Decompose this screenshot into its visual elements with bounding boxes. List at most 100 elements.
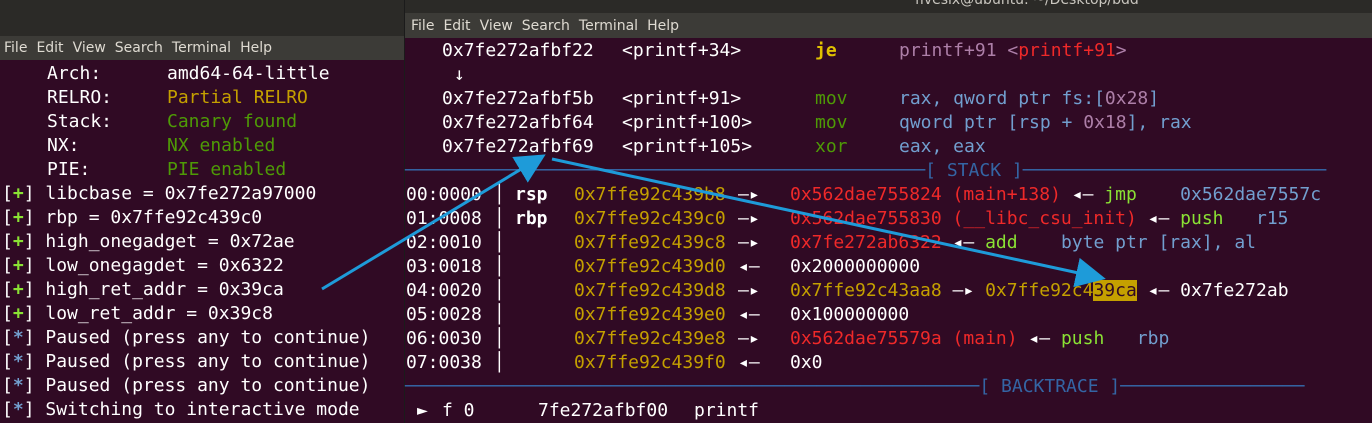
menu-terminal[interactable]: Terminal <box>579 18 638 34</box>
stack-offset: 01:0008 <box>406 208 482 229</box>
stack-arrow: —▸ <box>738 328 760 349</box>
checksec-value: PIE enabled <box>167 159 287 180</box>
log-success-tag: + <box>12 255 24 276</box>
stack-address: 0x7ffe92c439d8 <box>574 280 726 301</box>
disasm-opcode: mov <box>815 112 848 133</box>
stack-address: 0x7ffe92c439e0 <box>574 304 726 325</box>
branch-down-arrow: ↓ <box>454 64 465 85</box>
log-bracket: [ <box>2 351 13 372</box>
menu-help[interactable]: Help <box>647 18 679 34</box>
log-text: Paused (press any to continue) <box>45 327 371 348</box>
right-window-titlebar: fivesix@ubuntu: ~/Desktop/bdd <box>405 0 1372 13</box>
log-text: low_ret_addr = 0x39c8 <box>45 303 273 324</box>
stack-address: 0x7ffe92c439d0 <box>574 256 726 277</box>
log-line: [*] Paused (press any to continue) <box>2 351 371 372</box>
disasm-symbol: <printf+91> <box>622 88 742 109</box>
disasm-args: rax, qword ptr fs:[0x28] <box>899 88 1160 109</box>
highlighted-bytes: 39ca <box>1093 280 1137 301</box>
log-line: [+] libcbase = 0x7fe272a97000 <box>2 183 317 204</box>
log-line: [+] low_ret_addr = 0x39c8 <box>2 303 273 324</box>
stack-offset: 05:0028 <box>406 304 482 325</box>
disasm-opcode: xor <box>815 136 848 157</box>
stack-arrow: —▸ <box>738 232 760 253</box>
log-info-tag: * <box>12 351 24 372</box>
stack-offset: 02:0010 <box>406 232 482 253</box>
log-text: Switching to interactive mode <box>45 399 360 420</box>
log-line: [*] Paused (press any to continue) <box>2 375 371 396</box>
stack-offset: 06:0030 <box>406 328 482 349</box>
checksec-key: PIE: <box>47 159 91 180</box>
disasm-args: eax, eax <box>899 136 986 157</box>
log-text: Paused (press any to continue) <box>45 351 371 372</box>
disasm-addr: 0x7fe272afbf22 <box>442 40 594 61</box>
log-success-tag: + <box>12 303 24 324</box>
menu-help[interactable]: Help <box>240 40 272 56</box>
stack-header: ────────────────────────────────────────… <box>405 160 1327 181</box>
menu-view[interactable]: View <box>480 18 513 34</box>
log-line: [+] high_onegadget = 0x72ae <box>2 231 295 252</box>
stack-value: 0x100000000 <box>790 304 910 325</box>
menu-edit[interactable]: Edit <box>36 40 63 56</box>
stack-arrow: ◂— <box>738 304 760 325</box>
log-bracket: [ <box>2 207 13 228</box>
log-info-tag: * <box>12 399 24 420</box>
disasm-opcode: je <box>815 40 837 61</box>
backtrace-header: ────────────────────────────────────────… <box>405 376 1305 397</box>
log-bracket: [ <box>2 255 13 276</box>
log-info-tag: * <box>12 327 24 348</box>
log-line: [+] low_onegagdet = 0x6322 <box>2 255 284 276</box>
menu-search[interactable]: Search <box>115 40 163 56</box>
log-text: Paused (press any to continue) <box>45 375 371 396</box>
menu-terminal[interactable]: Terminal <box>172 40 231 56</box>
stack-separator: │ <box>494 280 505 301</box>
log-bracket: [ <box>2 375 13 396</box>
stack-address: 0x7ffe92c439f0 <box>574 352 726 373</box>
stack-separator: │ <box>494 184 505 205</box>
disasm-args: qword ptr [rsp + 0x18], rax <box>899 112 1192 133</box>
stack-value: 0x0 <box>790 352 823 373</box>
disasm-opcode: mov <box>815 88 848 109</box>
menu-file[interactable]: File <box>411 18 434 34</box>
log-text: high_onegadget = 0x72ae <box>45 231 295 252</box>
log-bracket: [ <box>2 183 13 204</box>
checksec-value: Partial RELRO <box>167 87 308 108</box>
backtrace-addr: 7fe272afbf00 <box>538 400 669 421</box>
menu-search[interactable]: Search <box>522 18 570 34</box>
stack-separator: │ <box>494 352 505 373</box>
stack-separator: │ <box>494 304 505 325</box>
right-menu-bar: File Edit View Search Terminal Help <box>405 13 1372 38</box>
left-window-titlebar <box>0 0 410 36</box>
stack-value: 0x562dae755830 (__libc_csu_init) ◂— push… <box>790 208 1289 229</box>
checksec-key: Stack: <box>47 111 113 132</box>
stack-register: rbp <box>515 208 548 229</box>
stack-separator: │ <box>494 256 505 277</box>
checksec-key: NX: <box>47 135 80 156</box>
right-terminal-window: fivesix@ubuntu: ~/Desktop/bdd File Edit Vi… <box>404 0 1372 423</box>
log-line: [*] Switching to interactive mode <box>2 399 360 420</box>
disasm-args: printf+91 <printf+91> <box>899 40 1127 61</box>
backtrace-marker: ► <box>417 400 428 421</box>
menu-view[interactable]: View <box>73 40 106 56</box>
disasm-addr: 0x7fe272afbf5b <box>442 88 594 109</box>
disasm-addr: 0x7fe272afbf64 <box>442 112 594 133</box>
stack-value: 0x562dae75579a (main) ◂— push rbp <box>790 328 1170 349</box>
stack-arrow: —▸ <box>738 280 760 301</box>
log-bracket: [ <box>2 231 13 252</box>
disasm-addr: 0x7fe272afbf69 <box>442 136 594 157</box>
stack-arrow: —▸ <box>738 208 760 229</box>
stack-offset: 03:0018 <box>406 256 482 277</box>
stack-register: rsp <box>515 184 548 205</box>
stack-separator: │ <box>494 328 505 349</box>
menu-edit[interactable]: Edit <box>443 18 470 34</box>
checksec-key: Arch: <box>47 63 102 84</box>
log-line: [+] rbp = 0x7ffe92c439c0 <box>2 207 263 228</box>
checksec-value: Canary found <box>167 111 298 132</box>
backtrace-frame: f 0 <box>442 400 475 421</box>
menu-file[interactable]: File <box>4 40 27 56</box>
backtrace-func: printf <box>694 400 760 421</box>
window-title: fivesix@ubuntu: ~/Desktop/bdd <box>915 0 1139 8</box>
log-bracket: [ <box>2 303 13 324</box>
stack-address: 0x7ffe92c439e8 <box>574 328 726 349</box>
log-line: [*] Paused (press any to continue) <box>2 327 371 348</box>
log-success-tag: + <box>12 279 24 300</box>
